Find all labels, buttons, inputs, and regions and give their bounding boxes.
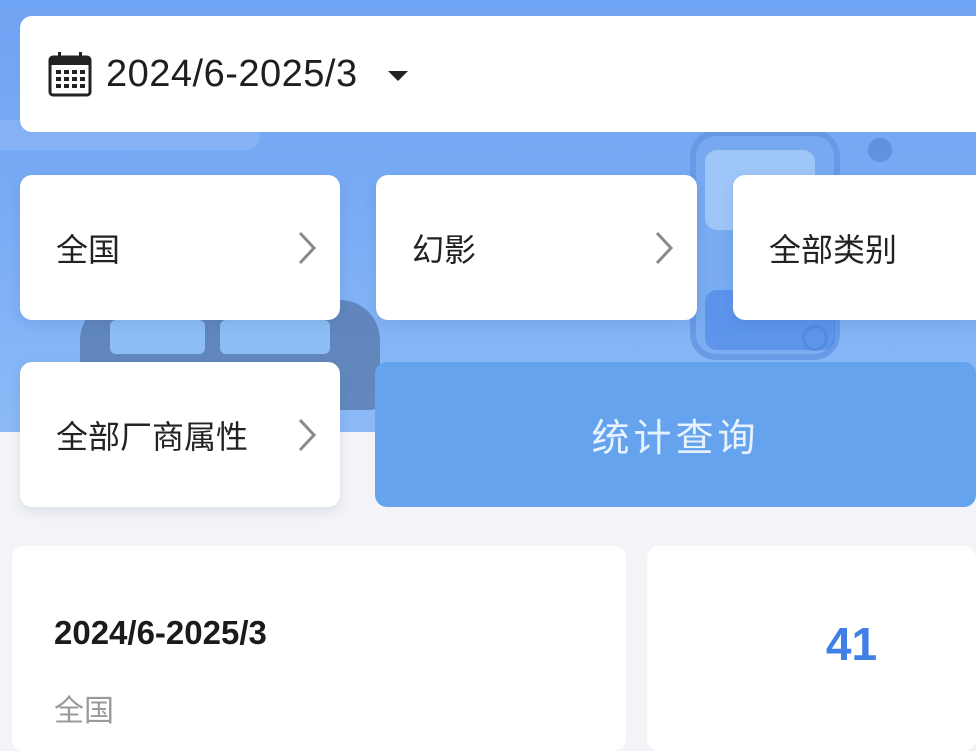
result-region: 全国 bbox=[54, 694, 114, 729]
result-count: 41 bbox=[825, 617, 878, 670]
caret-down-icon bbox=[387, 71, 408, 81]
result-count-card: 41 bbox=[647, 546, 976, 751]
model-filter[interactable]: 幻影 bbox=[376, 175, 697, 320]
model-filter-label: 幻影 bbox=[412, 230, 477, 269]
category-filter-label: 全部类别 bbox=[769, 230, 898, 269]
date-range-value: 2024/6-2025/3 bbox=[106, 52, 358, 95]
category-filter[interactable]: 全部类别 bbox=[733, 175, 976, 320]
region-filter[interactable]: 全国 bbox=[20, 175, 340, 320]
chevron-right-icon bbox=[298, 418, 317, 451]
manufacturer-attr-filter[interactable]: 全部厂商属性 bbox=[20, 362, 340, 507]
date-range-selector[interactable]: 2024/6-2025/3 bbox=[20, 16, 976, 132]
result-summary-card: 2024/6-2025/3 全国 bbox=[12, 546, 626, 751]
manufacturer-attr-filter-label: 全部厂商属性 bbox=[56, 417, 249, 456]
statistics-query-button[interactable]: 统计查询 bbox=[375, 362, 976, 507]
region-filter-label: 全国 bbox=[56, 230, 121, 269]
result-date-range: 2024/6-2025/3 bbox=[54, 614, 267, 651]
calendar-icon bbox=[48, 52, 92, 97]
chevron-right-icon bbox=[298, 231, 317, 264]
chevron-right-icon bbox=[655, 231, 674, 264]
